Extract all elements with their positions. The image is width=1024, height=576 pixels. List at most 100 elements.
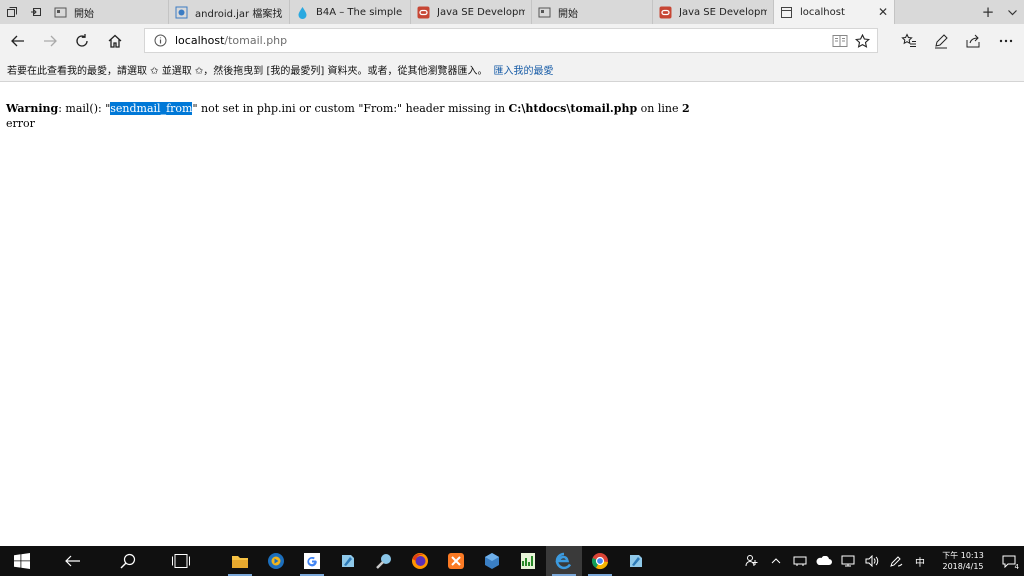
notification-badge: 4 bbox=[1014, 563, 1019, 571]
firefox-taskbar-icon[interactable] bbox=[402, 546, 438, 576]
tab-preview-button[interactable] bbox=[0, 0, 24, 24]
start-button[interactable] bbox=[0, 546, 44, 576]
taskbar-back-button[interactable] bbox=[44, 546, 102, 576]
back-arrow-icon bbox=[65, 555, 80, 567]
php-warning: Warning: mail(): "sendmail_from" not set… bbox=[6, 102, 690, 115]
onedrive-cloud-icon[interactable] bbox=[812, 546, 836, 576]
refresh-icon bbox=[76, 34, 88, 47]
pen-workspace-icon[interactable] bbox=[884, 546, 908, 576]
app-taskbar-icon[interactable] bbox=[330, 546, 366, 576]
reading-view-icon bbox=[832, 35, 848, 47]
more-dots-icon bbox=[999, 39, 1013, 43]
media-player-taskbar-icon[interactable] bbox=[258, 546, 294, 576]
tab-label: Java SE Development bbox=[679, 6, 767, 18]
tab-label: 開始 bbox=[74, 8, 94, 20]
tab-strip: 開始 android.jar 檔案找不到 B4A – The simple wa… bbox=[0, 0, 1024, 24]
ime-indicator[interactable]: 中 bbox=[908, 546, 932, 576]
star-icon bbox=[854, 33, 870, 48]
site-info-icon[interactable] bbox=[153, 34, 167, 48]
task-view-icon bbox=[172, 554, 190, 568]
back-arrow-icon bbox=[11, 35, 24, 47]
back-button[interactable] bbox=[6, 29, 30, 53]
tab-java-se-2[interactable]: Java SE Development bbox=[653, 0, 774, 24]
chart-app-taskbar-icon[interactable] bbox=[510, 546, 546, 576]
tab-java-se-1[interactable]: Java SE Development bbox=[411, 0, 532, 24]
tab-android-jar[interactable]: android.jar 檔案找不到 bbox=[169, 0, 290, 24]
tab-list-chevron-icon[interactable] bbox=[1000, 0, 1024, 24]
favorites-bar: 若要在此查看我的最愛，請選取 ✩ 並選取 ✩，然後拖曳到 [我的最愛列] 資料夾… bbox=[0, 58, 1024, 82]
share-button[interactable] bbox=[961, 29, 985, 53]
edge-taskbar-icon[interactable] bbox=[546, 546, 582, 576]
b4a-drop-icon bbox=[296, 6, 309, 19]
task-view-button[interactable] bbox=[154, 546, 208, 576]
page-icon bbox=[780, 6, 793, 19]
address-bar[interactable]: localhost/tomail.php bbox=[144, 28, 878, 53]
forward-button[interactable] bbox=[38, 29, 62, 53]
warning-text: on line bbox=[637, 102, 682, 115]
network-adapter-icon[interactable] bbox=[788, 546, 812, 576]
address-path: /tomail.php bbox=[224, 34, 288, 47]
home-icon bbox=[108, 34, 122, 48]
app-taskbar-icon[interactable] bbox=[366, 546, 402, 576]
clock-time: 下午 10:13 bbox=[942, 551, 984, 560]
favorites-list-icon bbox=[901, 33, 916, 47]
oracle-icon bbox=[659, 6, 672, 19]
tab-start-2[interactable]: 開始 bbox=[532, 0, 653, 24]
tab-b4a[interactable]: B4A – The simple way bbox=[290, 0, 411, 24]
favorites-hub-button[interactable] bbox=[897, 29, 921, 53]
highlighted-text: sendmail_from bbox=[110, 102, 193, 115]
tab-label: android.jar 檔案找不到 bbox=[195, 8, 283, 20]
tab-label: B4A – The simple way bbox=[316, 6, 404, 18]
action-center-button[interactable]: 4 bbox=[994, 546, 1024, 576]
address-host: localhost bbox=[175, 34, 225, 47]
more-button[interactable] bbox=[994, 29, 1018, 53]
windows-logo-icon bbox=[14, 553, 30, 569]
home-button[interactable] bbox=[103, 29, 127, 53]
oracle-icon bbox=[417, 6, 430, 19]
share-icon bbox=[966, 34, 980, 48]
show-hidden-icons-chevron-icon[interactable] bbox=[764, 546, 788, 576]
tab-start-1[interactable]: 開始 bbox=[48, 0, 169, 24]
page-icon bbox=[538, 6, 551, 19]
reading-view-button[interactable] bbox=[829, 32, 851, 50]
tab-preview-icon bbox=[7, 7, 17, 17]
volume-icon[interactable] bbox=[860, 546, 884, 576]
web-notes-button[interactable] bbox=[929, 29, 953, 53]
app-taskbar-icon[interactable] bbox=[618, 546, 654, 576]
page-icon bbox=[175, 6, 188, 19]
page-icon bbox=[54, 6, 67, 19]
tab-localhost[interactable]: localhost ✕ bbox=[774, 0, 895, 24]
error-text: error bbox=[6, 117, 35, 130]
google-taskbar-icon[interactable] bbox=[294, 546, 330, 576]
virtualbox-taskbar-icon[interactable] bbox=[474, 546, 510, 576]
set-aside-tabs-icon bbox=[31, 8, 41, 16]
warning-line-number: 2 bbox=[681, 102, 690, 115]
navigation-bar: localhost/tomail.php bbox=[0, 24, 1024, 58]
pen-icon bbox=[935, 34, 948, 49]
add-favorite-button[interactable] bbox=[851, 32, 873, 50]
tab-label: localhost bbox=[800, 6, 845, 18]
import-favorites-link[interactable]: 匯入我的最愛 bbox=[493, 62, 553, 77]
new-tab-button[interactable]: + bbox=[976, 0, 1000, 24]
close-tab-icon[interactable]: ✕ bbox=[872, 5, 888, 19]
chrome-taskbar-icon[interactable] bbox=[582, 546, 618, 576]
system-tray: 中 下午 10:13 2018/4/15 4 bbox=[740, 546, 1024, 576]
clock[interactable]: 下午 10:13 2018/4/15 bbox=[932, 546, 994, 576]
refresh-button[interactable] bbox=[70, 29, 94, 53]
tab-label: Java SE Development bbox=[437, 6, 525, 18]
file-explorer-taskbar-icon[interactable] bbox=[222, 546, 258, 576]
search-button[interactable] bbox=[102, 546, 154, 576]
forward-arrow-icon bbox=[44, 35, 57, 47]
warning-text: " not set in php.ini or custom "From:" h… bbox=[192, 102, 509, 115]
warning-text: : mail(): " bbox=[58, 102, 111, 115]
xampp-taskbar-icon[interactable] bbox=[438, 546, 474, 576]
taskbar: 中 下午 10:13 2018/4/15 4 bbox=[0, 546, 1024, 576]
set-aside-tabs-button[interactable] bbox=[24, 0, 48, 24]
clock-date: 2018/4/15 bbox=[942, 562, 984, 571]
warning-file: C:\htdocs\tomail.php bbox=[508, 102, 638, 115]
favorites-hint-text: 若要在此查看我的最愛，請選取 ✩ 並選取 ✩，然後拖曳到 [我的最愛列] 資料夾… bbox=[7, 66, 488, 77]
display-icon[interactable] bbox=[836, 546, 860, 576]
search-icon bbox=[120, 553, 136, 569]
tab-label: 開始 bbox=[558, 8, 578, 20]
people-icon[interactable] bbox=[740, 546, 764, 576]
